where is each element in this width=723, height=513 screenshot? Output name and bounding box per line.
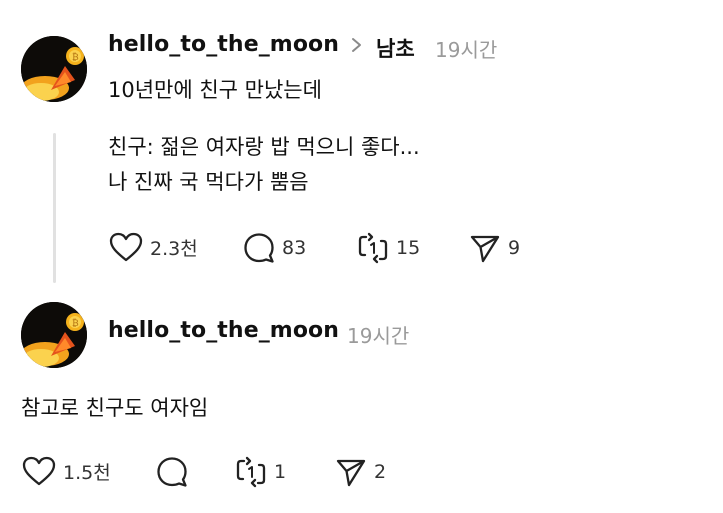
- send-icon: [468, 231, 502, 265]
- reply-text: 참고로 친구도 여자임: [21, 396, 209, 420]
- repost-button[interactable]: 15: [356, 231, 420, 265]
- send-icon: [334, 455, 368, 489]
- avatar[interactable]: ₿: [21, 36, 87, 102]
- like-count: 1.5천: [63, 461, 111, 484]
- topic-tag[interactable]: 남초: [376, 33, 415, 63]
- repost-icon: [234, 455, 268, 489]
- like-button[interactable]: 1.5천: [21, 455, 111, 487]
- share-button[interactable]: 9: [468, 231, 520, 265]
- like-button[interactable]: 2.3천: [108, 231, 198, 263]
- comment-button[interactable]: 83: [242, 231, 306, 265]
- moon-rocket-avatar-image: ₿: [21, 302, 87, 368]
- share-count: 2: [374, 461, 387, 483]
- post-text: 10년만에 친구 만났는데: [108, 78, 322, 102]
- comment-bubble-icon: [242, 231, 276, 265]
- quote-line-1: 친구: 젊은 여자랑 밥 먹으니 좋다...: [108, 135, 420, 159]
- repost-count: 1: [274, 461, 287, 483]
- post-username[interactable]: hello_to_the_moon: [108, 32, 339, 57]
- comment-button[interactable]: [155, 455, 195, 489]
- post-time: 19시간: [435, 38, 498, 62]
- thread-line: [53, 133, 56, 283]
- reply-username[interactable]: hello_to_the_moon: [108, 318, 339, 343]
- heart-icon: [21, 455, 57, 487]
- like-count: 2.3천: [150, 237, 198, 260]
- heart-icon: [108, 231, 144, 263]
- comment-count: 83: [282, 237, 307, 259]
- svg-text:₿: ₿: [72, 318, 79, 329]
- moon-rocket-avatar-image: ₿: [21, 36, 87, 102]
- quote-line-2: 나 진짜 국 먹다가 뿜음: [108, 170, 309, 194]
- svg-text:₿: ₿: [72, 52, 79, 63]
- repost-count: 15: [396, 237, 421, 259]
- repost-button[interactable]: 1: [234, 455, 286, 489]
- chevron-right-icon: [350, 34, 364, 62]
- share-button[interactable]: 2: [334, 455, 386, 489]
- share-count: 9: [508, 237, 521, 259]
- reply-time: 19시간: [347, 324, 410, 348]
- comment-bubble-icon: [155, 455, 189, 489]
- repost-icon: [356, 231, 390, 265]
- avatar[interactable]: ₿: [21, 302, 87, 368]
